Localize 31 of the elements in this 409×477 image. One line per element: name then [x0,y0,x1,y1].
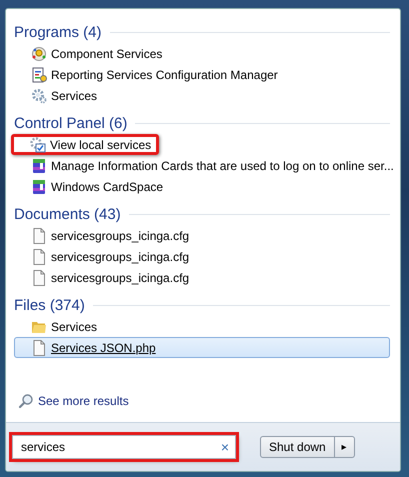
result-item[interactable]: Services [14,316,104,337]
report-icon [31,66,47,82]
result-item[interactable]: servicesgroups_icinga.cfg [14,267,196,288]
result-item[interactable]: servicesgroups_icinga.cfg [14,225,196,246]
search-field[interactable]: services × [12,435,236,459]
file-icon [31,228,47,244]
shut-down-button[interactable]: Shut down [260,436,335,458]
result-item[interactable]: servicesgroups_icinga.cfg [14,246,196,267]
section-heading: Programs (4) [14,24,102,40]
see-more-results-link[interactable]: See more results [18,393,129,409]
gear-icon [31,88,47,104]
component-icon [31,46,47,62]
search-icon [18,393,34,409]
card-icon [31,178,47,194]
result-item[interactable]: View local services [11,134,160,155]
file-icon [31,340,47,356]
result-item[interactable]: Manage Information Cards that are used to log on to online ser... [14,155,400,176]
result-item[interactable]: Services JSON.php [14,337,390,358]
shut-down-options-button[interactable]: ▸ [334,436,355,458]
result-item[interactable]: Services [14,85,104,106]
clear-button[interactable]: × [220,439,229,455]
section-heading: Documents (43) [14,206,121,222]
section-heading: Control Panel (6) [14,114,128,132]
file-icon [31,270,47,286]
section-heading: Files (374) [14,296,85,314]
file-icon [31,248,47,264]
result-item[interactable]: Reporting Services Configuration Manager [14,64,284,85]
result-item[interactable]: Windows CardSpace [14,176,170,197]
card-icon [31,158,47,174]
gear-check-icon [30,136,46,152]
result-item[interactable]: Component Services [14,43,168,64]
